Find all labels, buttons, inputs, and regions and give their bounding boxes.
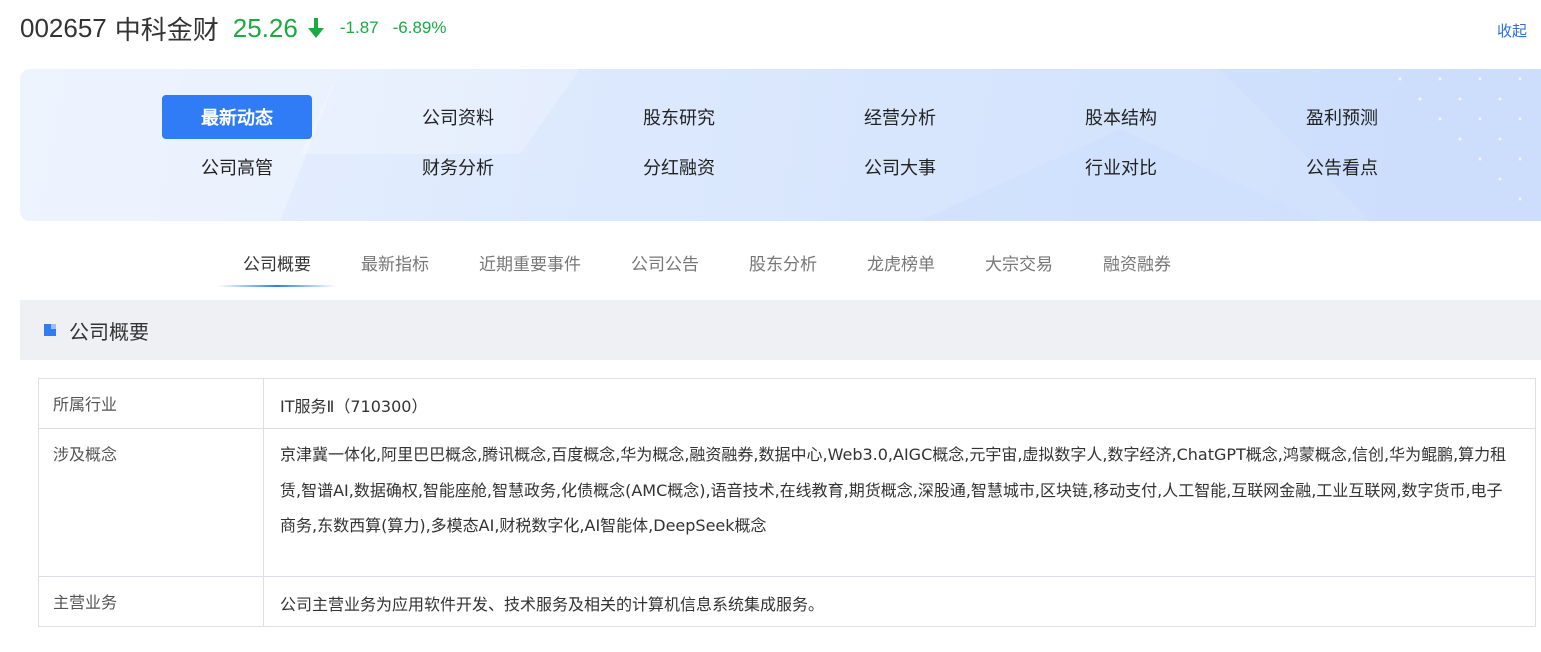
- table-row: 所属行业 IT服务Ⅱ（710300）: [38, 378, 1536, 429]
- nav-item-shareholder-research[interactable]: 股东研究: [604, 95, 754, 139]
- tab-margin-trading[interactable]: 融资融券: [1078, 238, 1196, 286]
- stock-price: 25.26: [232, 12, 298, 43]
- stock-header: 002657 中科金财 25.26 -1.87 -6.89%: [20, 8, 446, 48]
- page: 002657 中科金财 25.26 -1.87 -6.89% 收起 最新动态 公…: [0, 0, 1541, 652]
- row-value: 京津冀一体化,阿里巴巴概念,腾讯概念,百度概念,华为概念,融资融券,数据中心,W…: [263, 428, 1536, 577]
- row-label: 所属行业: [38, 378, 264, 429]
- nav-item-announcement-highlights[interactable]: 公告看点: [1267, 145, 1417, 189]
- stock-change: -1.87: [339, 18, 379, 37]
- nav-item-financial-analysis[interactable]: 财务分析: [383, 145, 533, 189]
- tab-announcements[interactable]: 公司公告: [606, 238, 724, 286]
- arrow-down-icon: [307, 18, 324, 38]
- table-row: 主营业务 公司主营业务为应用软件开发、技术服务及相关的计算机信息系统集成服务。: [38, 576, 1536, 627]
- row-label: 涉及概念: [38, 428, 264, 577]
- tab-shareholder-analysis[interactable]: 股东分析: [724, 238, 842, 286]
- nav-item-dividend-financing[interactable]: 分红融资: [604, 145, 754, 189]
- table-row: 涉及概念 京津冀一体化,阿里巴巴概念,腾讯概念,百度概念,华为概念,融资融券,数…: [38, 428, 1536, 577]
- collapse-link[interactable]: 收起: [1497, 20, 1527, 41]
- nav-panel: 最新动态 公司资料 股东研究 经营分析 股本结构 盈利预测 公司高管 财务分析 …: [20, 69, 1541, 221]
- nav-item-company-profile[interactable]: 公司资料: [383, 95, 533, 139]
- section-header: 公司概要: [20, 300, 1541, 360]
- tab-dragon-tiger-list[interactable]: 龙虎榜单: [842, 238, 960, 286]
- tab-latest-indicators[interactable]: 最新指标: [336, 238, 454, 286]
- nav-item-earnings-forecast[interactable]: 盈利预测: [1267, 95, 1417, 139]
- company-summary-table: 所属行业 IT服务Ⅱ（710300） 涉及概念 京津冀一体化,阿里巴巴概念,腾讯…: [38, 378, 1536, 627]
- stock-name: 中科金财: [114, 15, 219, 46]
- nav-item-latest-news[interactable]: 最新动态: [162, 95, 312, 139]
- row-value: 公司主营业务为应用软件开发、技术服务及相关的计算机信息系统集成服务。: [263, 576, 1536, 627]
- tab-company-summary[interactable]: 公司概要: [218, 238, 336, 287]
- section-square-icon: [44, 324, 56, 336]
- row-label: 主营业务: [38, 576, 264, 627]
- stock-code: 002657: [20, 12, 107, 43]
- nav-item-operation-analysis[interactable]: 经营分析: [825, 95, 975, 139]
- nav-grid: 最新动态 公司资料 股东研究 经营分析 股本结构 盈利预测 公司高管 财务分析 …: [162, 95, 1417, 189]
- stock-change-percent: -6.89%: [392, 18, 447, 37]
- tab-recent-events[interactable]: 近期重要事件: [454, 238, 606, 286]
- nav-item-executives[interactable]: 公司高管: [162, 145, 312, 189]
- nav-item-equity-structure[interactable]: 股本结构: [1046, 95, 1196, 139]
- sub-tabs: 公司概要 最新指标 近期重要事件 公司公告 股东分析 龙虎榜单 大宗交易 融资融…: [218, 238, 1196, 288]
- row-value: IT服务Ⅱ（710300）: [263, 378, 1536, 429]
- tab-block-trade[interactable]: 大宗交易: [960, 238, 1078, 286]
- section-title: 公司概要: [69, 319, 149, 344]
- nav-item-major-events[interactable]: 公司大事: [825, 145, 975, 189]
- nav-item-industry-comparison[interactable]: 行业对比: [1046, 145, 1196, 189]
